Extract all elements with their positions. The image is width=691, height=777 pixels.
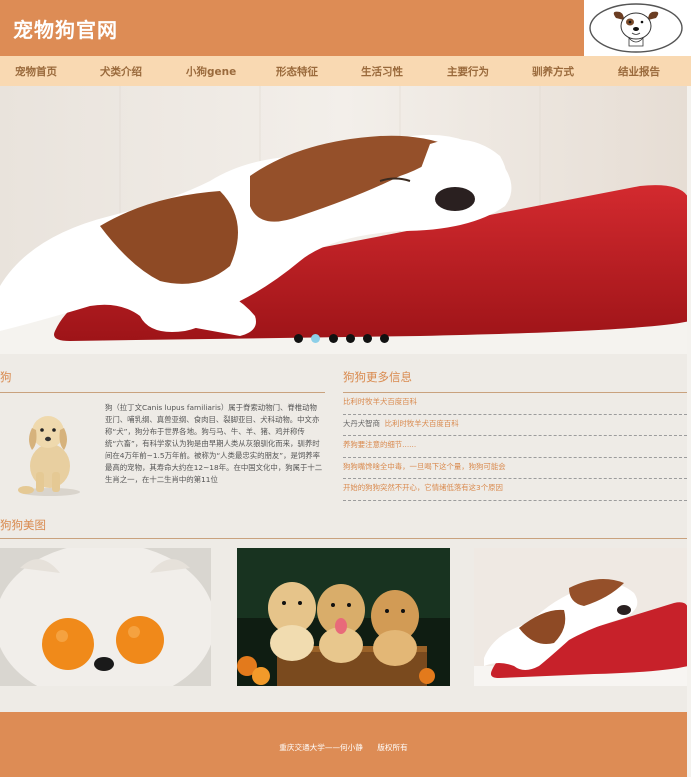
gallery-heading: 狗狗美图	[0, 518, 46, 532]
dog-logo[interactable]	[584, 0, 691, 56]
puppy-image	[14, 410, 82, 498]
dog-face-icon	[589, 3, 683, 53]
carousel-dot[interactable]	[329, 334, 338, 343]
carousel-dot[interactable]	[363, 334, 372, 343]
nav-item-behavior[interactable]: 主要行为	[447, 64, 489, 79]
nav-item-breeds[interactable]: 犬类介绍	[100, 64, 142, 79]
list-item-link[interactable]: 开始的狗狗突然不开心，它情绪低落有这3个原因	[343, 483, 503, 492]
gallery-image-golden-puppies[interactable]	[237, 548, 450, 686]
carousel-dot[interactable]	[294, 334, 303, 343]
list-item[interactable]: 大丹犬智商 比利时牧羊犬百度百科	[343, 415, 687, 436]
main-nav: 宠物首页 犬类介绍 小狗gene 形态特征 生活习性 主要行为 驯养方式 结业报…	[0, 56, 691, 86]
nav-item-training[interactable]: 驯养方式	[532, 64, 574, 79]
intro-divider	[0, 392, 325, 393]
gallery-divider	[0, 538, 687, 539]
site-footer: 重庆交通大学——何小静 版权所有	[0, 712, 687, 777]
gallery-image-samoyed[interactable]	[0, 548, 211, 686]
list-item[interactable]: 养狗要注意的细节......	[343, 436, 687, 458]
more-info-list: 比利时牧羊犬百度百科 大丹犬智商 比利时牧羊犬百度百科 养狗要注意的细节....…	[343, 393, 687, 501]
list-item-link[interactable]: 比利时牧羊犬百度百科	[385, 419, 459, 428]
nav-item-habits[interactable]: 生活习性	[361, 64, 403, 79]
labrador-puppy-icon	[18, 416, 80, 496]
list-item-link[interactable]: 狗狗嘴馋啥全中毒，一旦喝下这个量，狗狗可能会	[343, 462, 506, 471]
spaniel-on-red-pillow-image	[474, 548, 687, 686]
carousel-dot[interactable]	[346, 334, 355, 343]
nav-item-morphology[interactable]: 形态特征	[276, 64, 318, 79]
sleeping-dog-on-pillow-image	[0, 86, 687, 354]
golden-puppies-image	[237, 548, 450, 686]
list-item[interactable]: 比利时牧羊犬百度百科	[343, 393, 687, 415]
list-item-link[interactable]: 养狗要注意的细节......	[343, 440, 416, 449]
site-title[interactable]: 宠物狗官网	[13, 14, 118, 43]
list-item-prefix: 大丹犬智商	[343, 418, 380, 428]
footer-copyright: 重庆交通大学——何小静 版权所有	[279, 743, 408, 752]
carousel-dot-active[interactable]	[311, 334, 320, 343]
white-dog-with-oranges-image	[0, 548, 211, 686]
gallery-image-spaniel[interactable]	[474, 548, 687, 686]
list-item-link[interactable]: 比利时牧羊犬百度百科	[343, 397, 417, 406]
nav-item-report[interactable]: 结业报告	[618, 64, 660, 79]
intro-heading: 狗	[0, 370, 12, 384]
carousel-dot[interactable]	[380, 334, 389, 343]
nav-item-puppy-gene[interactable]: 小狗gene	[186, 64, 236, 79]
hero-banner[interactable]	[0, 86, 687, 354]
more-heading: 狗狗更多信息	[343, 370, 412, 384]
intro-text: 狗（拉丁文Canis lupus familiaris）属于脊索动物门、脊椎动物…	[105, 403, 323, 484]
list-item[interactable]: 狗狗嘴馋啥全中毒，一旦喝下这个量，狗狗可能会	[343, 458, 687, 479]
scroll-gutter	[687, 86, 691, 777]
list-item[interactable]: 开始的狗狗突然不开心，它情绪低落有这3个原因	[343, 479, 687, 501]
nav-item-home[interactable]: 宠物首页	[15, 64, 57, 79]
